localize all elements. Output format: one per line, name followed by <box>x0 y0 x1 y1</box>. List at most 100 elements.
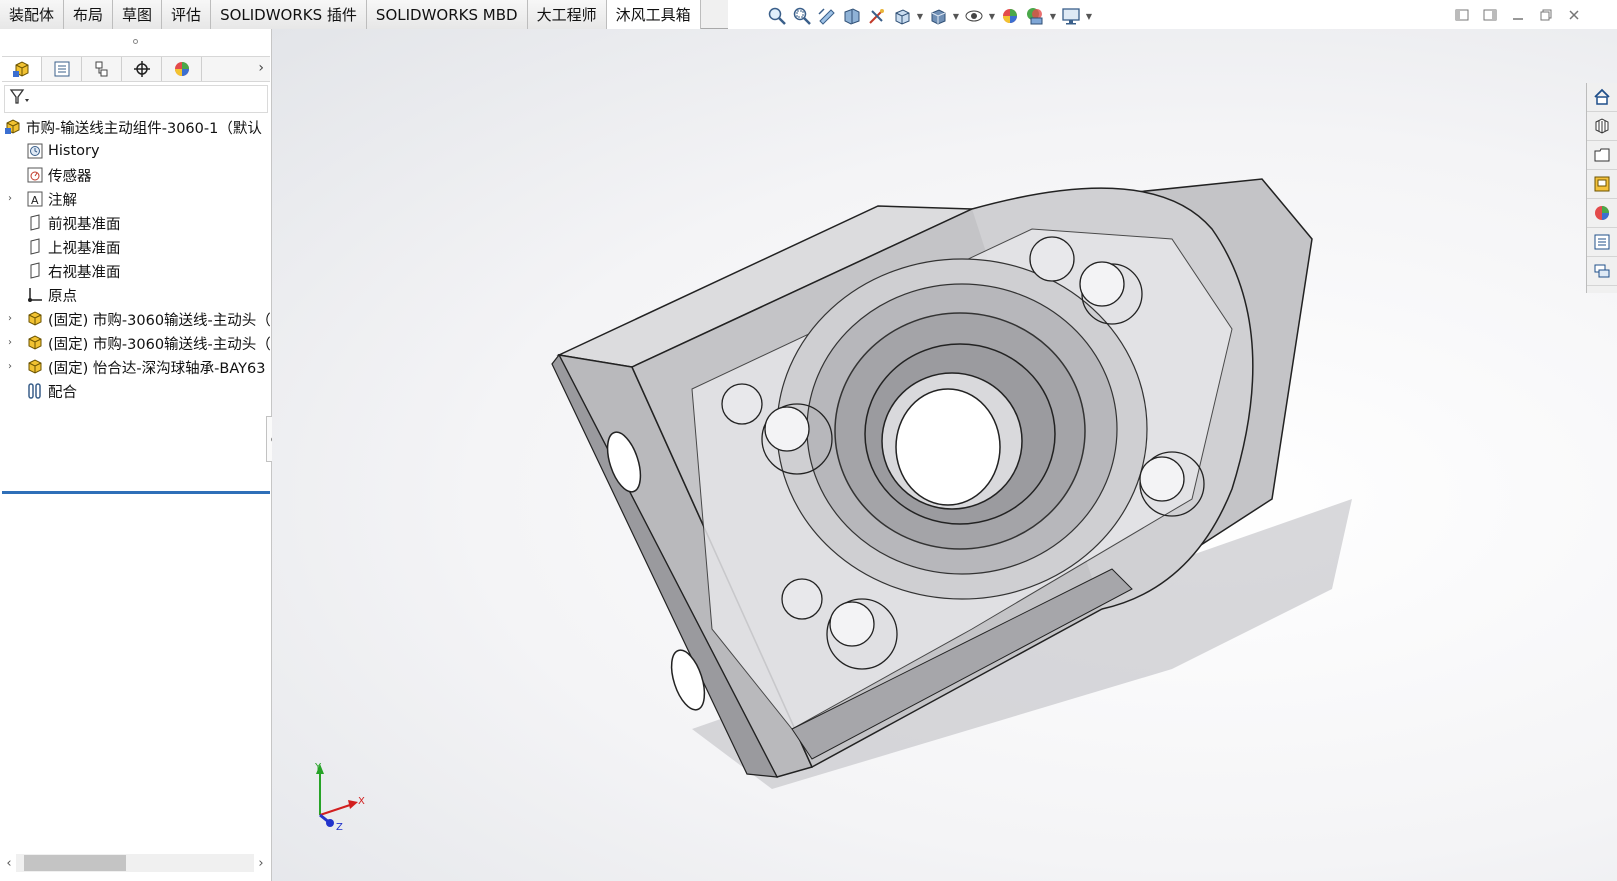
origin-icon <box>26 286 44 304</box>
assembly-icon <box>4 118 22 136</box>
tree-item-component[interactable]: › (固定) 市购-3060输送线-主动头（ <box>0 331 270 355</box>
tab-solidworks-addins[interactable]: SOLIDWORKS 插件 <box>211 0 367 29</box>
close-icon[interactable] <box>1565 6 1583 24</box>
tree-item-label: 右视基准面 <box>48 264 121 281</box>
tree-item-top-plane[interactable]: 上视基准面 <box>0 235 270 259</box>
tile-left-icon[interactable] <box>1453 6 1471 24</box>
tab-layout[interactable]: 布局 <box>64 0 114 29</box>
file-explorer-icon[interactable] <box>1587 141 1617 170</box>
tree-item-right-plane[interactable]: 右视基准面 <box>0 259 270 283</box>
history-icon <box>26 142 44 160</box>
expand-arrow-icon[interactable]: › <box>8 193 16 205</box>
tree-item-origin[interactable]: 原点 <box>0 283 270 307</box>
tree-root-assembly[interactable]: 市购-输送线主动组件-3060-1（默认 <box>0 115 270 139</box>
graphics-area[interactable] <box>272 29 1617 881</box>
solidworks-window: 装配体 布局 草图 评估 SOLIDWORKS 插件 SOLIDWORKS MB… <box>0 0 1617 881</box>
forum-icon[interactable] <box>1587 257 1617 286</box>
zoom-to-fit-icon[interactable] <box>766 5 788 27</box>
part-icon <box>26 310 44 328</box>
tab-big-engineer[interactable]: 大工程师 <box>527 0 607 29</box>
zoom-to-area-icon[interactable] <box>791 5 813 27</box>
tab-solidworks-mbd[interactable]: SOLIDWORKS MBD <box>366 0 528 29</box>
property-manager-icon[interactable] <box>42 57 82 81</box>
command-manager-tabs: 装配体 布局 草图 评估 SOLIDWORKS 插件 SOLIDWORKS MB… <box>0 0 728 30</box>
apply-scene-icon[interactable] <box>1024 5 1046 27</box>
apply-scene-dropdown[interactable]: ▼ <box>1049 5 1057 27</box>
view-orientation-dropdown[interactable]: ▼ <box>916 5 924 27</box>
section-view-icon[interactable] <box>841 5 863 27</box>
plane-icon <box>26 262 44 280</box>
configuration-manager-icon[interactable] <box>82 57 122 81</box>
panel-collapse-grip[interactable] <box>0 34 270 48</box>
part-icon <box>26 358 44 376</box>
rollback-bar[interactable] <box>2 491 270 494</box>
design-library-icon[interactable] <box>1587 112 1617 141</box>
edit-appearance-icon[interactable] <box>999 5 1021 27</box>
tree-item-annotations[interactable]: › A 注解 <box>0 187 270 211</box>
tree-item-label: 注解 <box>48 192 77 209</box>
expand-arrow-icon[interactable]: › <box>8 337 16 349</box>
tree-item-label: History <box>48 143 100 159</box>
feature-manager-icon[interactable] <box>2 57 42 81</box>
view-palette-icon[interactable] <box>1587 170 1617 199</box>
scroll-right-icon[interactable]: › <box>254 856 268 871</box>
axis-z-label: Z <box>336 822 343 830</box>
minimize-icon[interactable] <box>1509 6 1527 24</box>
tree-filter[interactable] <box>4 85 268 113</box>
dimxpert-icon[interactable] <box>122 57 162 81</box>
tab-assembly[interactable]: 装配体 <box>0 0 65 29</box>
home-icon[interactable] <box>1587 83 1617 112</box>
scroll-left-icon[interactable]: ‹ <box>2 856 16 871</box>
expand-arrow-icon[interactable]: › <box>8 361 16 373</box>
tree-item-label: (固定) 怡合达-深沟球轴承-BAY63 <box>48 360 266 377</box>
manager-tabs: › <box>2 56 270 82</box>
display-manager-icon[interactable] <box>162 57 202 81</box>
bearing-block-model[interactable] <box>272 29 1617 881</box>
tree-item-label: 前视基准面 <box>48 216 121 233</box>
heads-up-view-toolbar: ▼ ▼ ▼ ▼ ▼ <box>766 4 1093 28</box>
annotation-icon: A <box>26 190 44 208</box>
axis-z-arrow <box>326 819 334 827</box>
feature-manager-panel: › 市购-输送线主动组件-3060-1（默认 History 传感器 › A 注… <box>0 29 272 881</box>
dynamic-annotation-icon[interactable] <box>866 5 888 27</box>
view-orientation-icon[interactable] <box>891 5 913 27</box>
tree-item-mates[interactable]: 配合 <box>0 379 270 403</box>
view-settings-icon[interactable] <box>1060 5 1082 27</box>
custom-properties-icon[interactable] <box>1587 228 1617 257</box>
plane-icon <box>26 214 44 232</box>
expand-arrow-icon[interactable]: › <box>8 313 16 325</box>
tile-right-icon[interactable] <box>1481 6 1499 24</box>
mates-icon <box>26 382 44 400</box>
tree-item-front-plane[interactable]: 前视基准面 <box>0 211 270 235</box>
appearances-icon[interactable] <box>1587 199 1617 228</box>
svg-text:A: A <box>31 194 39 207</box>
tab-sketch[interactable]: 草图 <box>113 0 163 29</box>
document-window-controls <box>1453 6 1583 24</box>
sensor-icon <box>26 166 44 184</box>
chevron-right-icon[interactable]: › <box>258 60 264 76</box>
tree-item-component[interactable]: › (固定) 怡合达-深沟球轴承-BAY63 <box>0 355 270 379</box>
hide-show-icon[interactable] <box>963 5 985 27</box>
tree-item-history[interactable]: History <box>0 139 270 163</box>
tab-mufeng-toolbox[interactable]: 沐风工具箱 <box>606 0 701 30</box>
tree-root-label: 市购-输送线主动组件-3060-1（默认 <box>26 120 262 137</box>
tree-item-component[interactable]: › (固定) 市购-3060输送线-主动头（ <box>0 307 270 331</box>
scroll-thumb[interactable] <box>24 855 126 871</box>
tree-item-label: 上视基准面 <box>48 240 121 257</box>
scroll-track[interactable] <box>16 854 254 872</box>
restore-icon[interactable] <box>1537 6 1555 24</box>
display-style-icon[interactable] <box>927 5 949 27</box>
tree-item-sensors[interactable]: 传感器 <box>0 163 270 187</box>
tree-item-label: (固定) 市购-3060输送线-主动头（ <box>48 312 270 329</box>
view-settings-dropdown[interactable]: ▼ <box>1085 5 1093 27</box>
tree-item-label: 传感器 <box>48 168 92 185</box>
filter-icon[interactable] <box>9 88 31 110</box>
tab-evaluate[interactable]: 评估 <box>162 0 212 29</box>
axis-x-label: X <box>358 796 365 807</box>
plane-icon <box>26 238 44 256</box>
hide-show-dropdown[interactable]: ▼ <box>988 5 996 27</box>
horizontal-scrollbar[interactable]: ‹ › <box>2 853 268 873</box>
display-style-dropdown[interactable]: ▼ <box>952 5 960 27</box>
previous-view-icon[interactable] <box>816 5 838 27</box>
feature-tree: 市购-输送线主动组件-3060-1（默认 History 传感器 › A 注解 … <box>0 115 270 494</box>
